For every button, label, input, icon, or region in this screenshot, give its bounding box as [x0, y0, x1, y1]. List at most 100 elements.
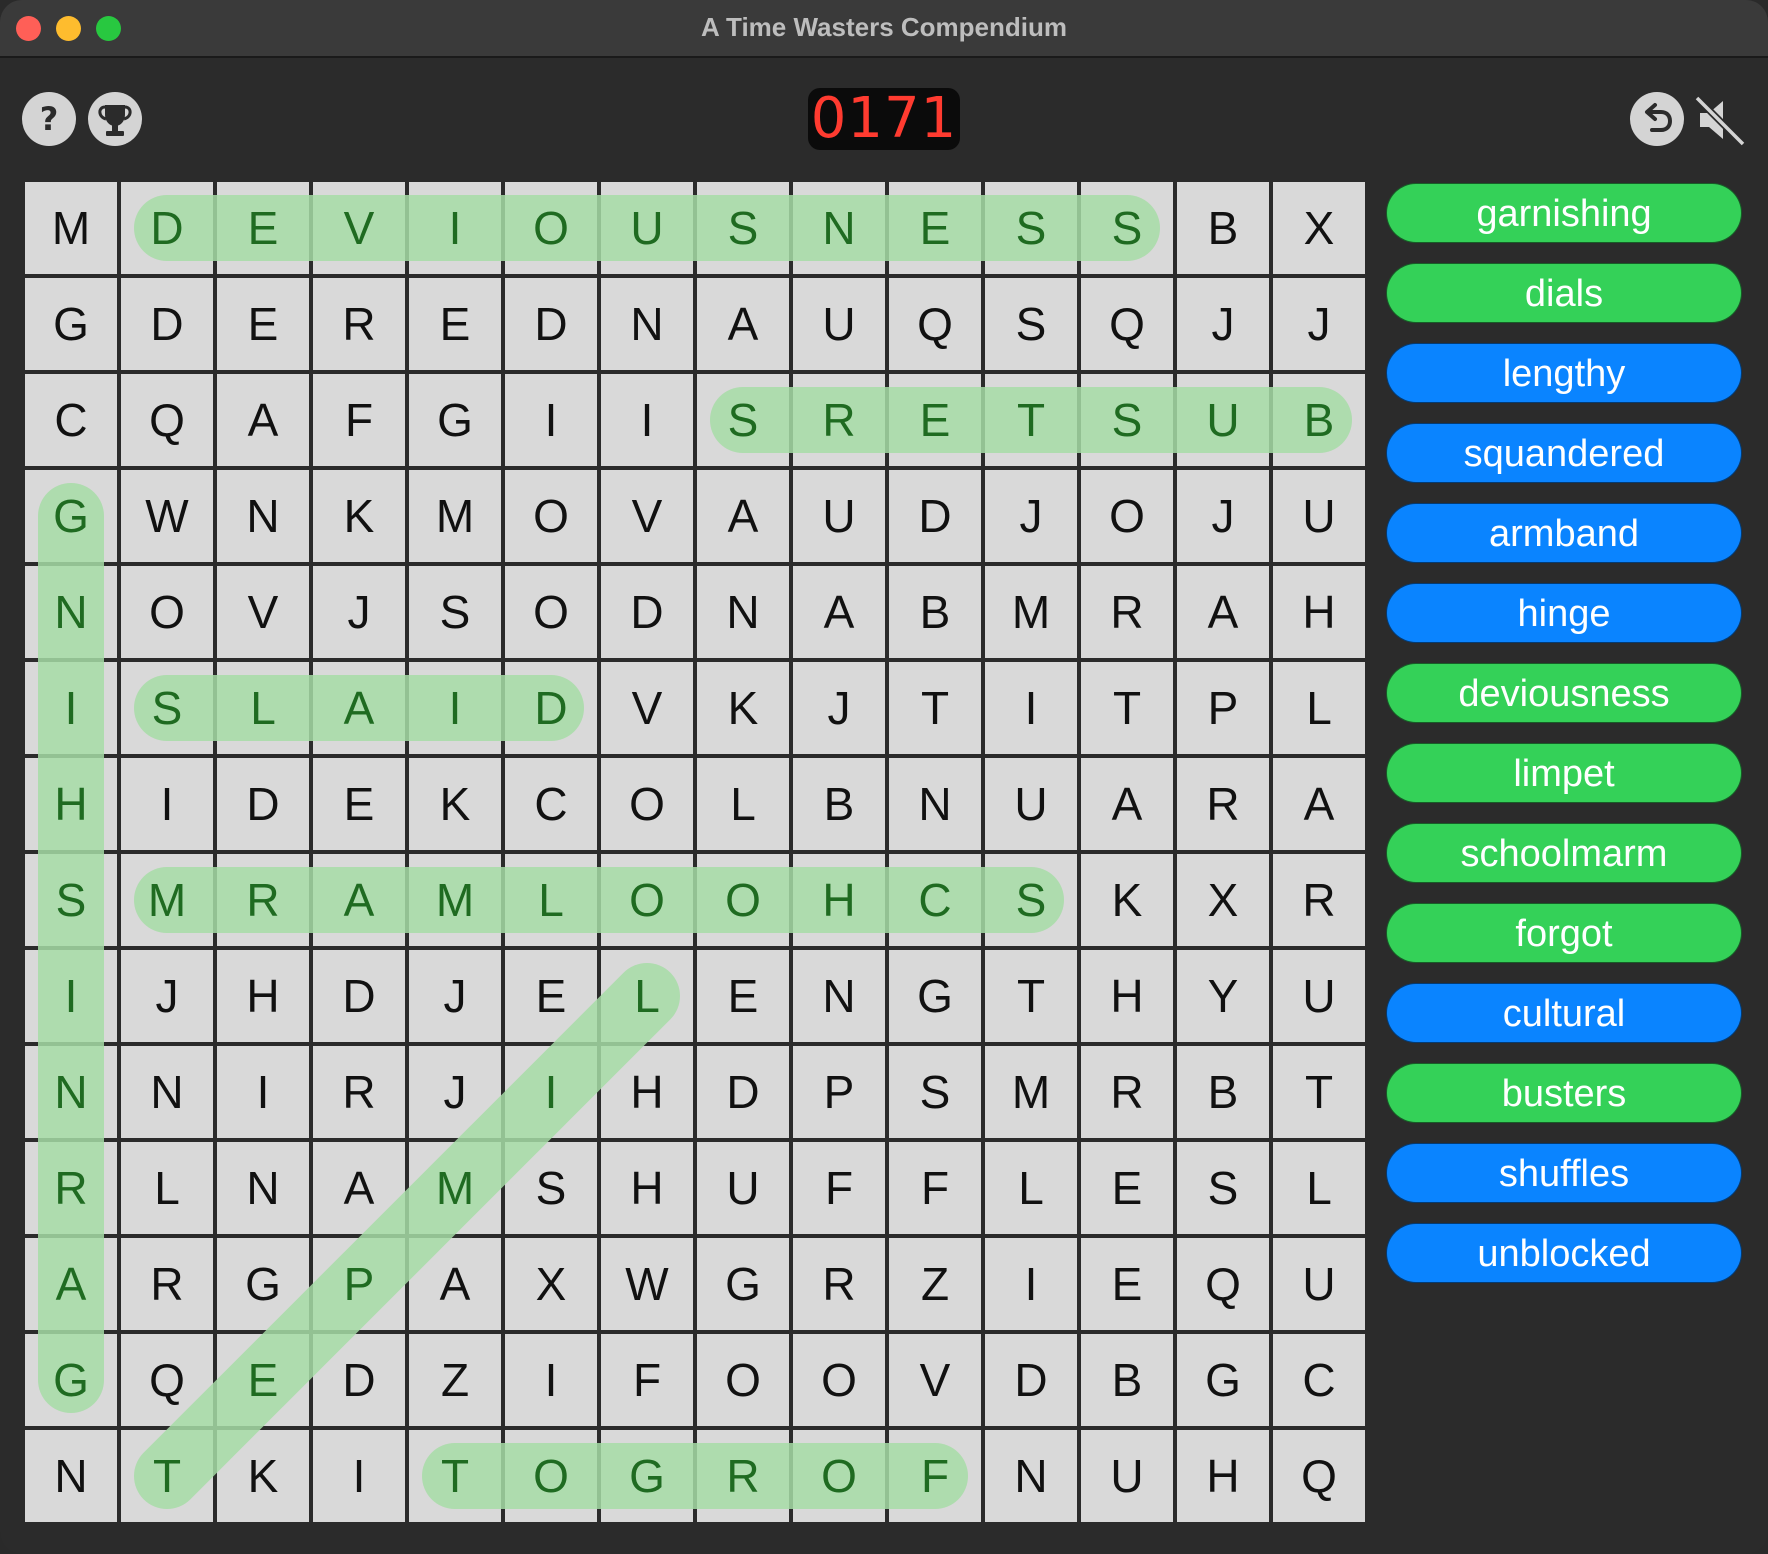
grid-cell[interactable] — [121, 182, 213, 274]
grid-cell[interactable] — [121, 278, 213, 370]
grid-cell[interactable] — [1177, 374, 1269, 466]
grid-cell[interactable] — [505, 1046, 597, 1138]
grid-cell[interactable] — [889, 1046, 981, 1138]
grid-cell[interactable] — [505, 470, 597, 562]
grid-cell[interactable] — [889, 1334, 981, 1426]
undo-button[interactable] — [1630, 92, 1684, 146]
grid-cell[interactable] — [409, 950, 501, 1042]
grid-cell[interactable] — [409, 566, 501, 658]
grid-cell[interactable] — [1177, 470, 1269, 562]
grid-cell[interactable] — [985, 1238, 1077, 1330]
grid-cell[interactable] — [601, 1142, 693, 1234]
grid-cell[interactable] — [409, 1046, 501, 1138]
grid-cell[interactable] — [697, 1430, 789, 1522]
grid-cell[interactable] — [1177, 1238, 1269, 1330]
grid-cell[interactable] — [697, 1142, 789, 1234]
grid-cell[interactable] — [505, 854, 597, 946]
grid-cell[interactable] — [793, 374, 885, 466]
grid-cell[interactable] — [1081, 758, 1173, 850]
grid-cell[interactable] — [697, 1046, 789, 1138]
grid-cell[interactable] — [889, 854, 981, 946]
grid-cell[interactable] — [793, 1046, 885, 1138]
grid-cell[interactable] — [889, 1142, 981, 1234]
grid-cell[interactable] — [217, 1238, 309, 1330]
grid-cell[interactable] — [601, 1238, 693, 1330]
grid-cell[interactable] — [1273, 854, 1365, 946]
grid-cell[interactable] — [985, 278, 1077, 370]
grid-cell[interactable] — [25, 278, 117, 370]
grid-cell[interactable] — [985, 374, 1077, 466]
grid-cell[interactable] — [985, 1430, 1077, 1522]
grid-cell[interactable] — [1177, 662, 1269, 754]
grid-cell[interactable] — [601, 854, 693, 946]
grid-cell[interactable] — [217, 278, 309, 370]
grid-cell[interactable] — [313, 662, 405, 754]
grid-cell[interactable] — [793, 854, 885, 946]
grid-cell[interactable] — [121, 854, 213, 946]
grid-cell[interactable] — [1081, 1430, 1173, 1522]
grid-cell[interactable] — [313, 470, 405, 562]
grid-cell[interactable] — [121, 662, 213, 754]
grid-cell[interactable] — [1081, 278, 1173, 370]
grid-cell[interactable] — [601, 374, 693, 466]
grid-cell[interactable] — [601, 470, 693, 562]
grid-cell[interactable] — [889, 758, 981, 850]
grid-cell[interactable] — [985, 470, 1077, 562]
grid-cell[interactable] — [217, 950, 309, 1042]
grid-cell[interactable] — [601, 1334, 693, 1426]
grid-cell[interactable] — [601, 950, 693, 1042]
grid-cell[interactable] — [601, 662, 693, 754]
grid-cell[interactable] — [121, 566, 213, 658]
grid-cell[interactable] — [1273, 758, 1365, 850]
grid-cell[interactable] — [313, 566, 405, 658]
grid-cell[interactable] — [1081, 470, 1173, 562]
grid-cell[interactable] — [985, 854, 1077, 946]
grid-cell[interactable] — [1081, 662, 1173, 754]
grid-cell[interactable] — [313, 278, 405, 370]
grid-cell[interactable] — [313, 950, 405, 1042]
grid-cell[interactable] — [889, 950, 981, 1042]
grid-cell[interactable] — [793, 1238, 885, 1330]
grid-cell[interactable] — [409, 758, 501, 850]
grid-cell[interactable] — [1081, 854, 1173, 946]
grid-cell[interactable] — [601, 566, 693, 658]
grid-cell[interactable] — [121, 1046, 213, 1138]
grid-cell[interactable] — [793, 1430, 885, 1522]
grid-cell[interactable] — [697, 854, 789, 946]
help-button[interactable]: ? — [22, 92, 76, 146]
grid-cell[interactable] — [1177, 758, 1269, 850]
grid-cell[interactable] — [793, 566, 885, 658]
grid-cell[interactable] — [505, 1430, 597, 1522]
grid-cell[interactable] — [25, 1334, 117, 1426]
mute-button[interactable] — [1692, 92, 1748, 148]
grid-cell[interactable] — [697, 470, 789, 562]
grid-cell[interactable] — [313, 1142, 405, 1234]
grid-cell[interactable] — [313, 1430, 405, 1522]
grid-cell[interactable] — [313, 758, 405, 850]
grid-cell[interactable] — [409, 182, 501, 274]
grid-cell[interactable] — [985, 182, 1077, 274]
grid-cell[interactable] — [25, 662, 117, 754]
grid-cell[interactable] — [793, 470, 885, 562]
grid-cell[interactable] — [793, 1142, 885, 1234]
grid-cell[interactable] — [25, 566, 117, 658]
grid-cell[interactable] — [25, 1430, 117, 1522]
grid-cell[interactable] — [985, 662, 1077, 754]
grid-cell[interactable] — [25, 758, 117, 850]
grid-cell[interactable] — [217, 662, 309, 754]
grid-cell[interactable] — [121, 470, 213, 562]
grid-cell[interactable] — [985, 1334, 1077, 1426]
grid-cell[interactable] — [313, 1046, 405, 1138]
grid-cell[interactable] — [697, 662, 789, 754]
grid-cell[interactable] — [409, 470, 501, 562]
grid-cell[interactable] — [313, 182, 405, 274]
grid-cell[interactable] — [697, 1238, 789, 1330]
grid-cell[interactable] — [121, 950, 213, 1042]
grid-cell[interactable] — [1081, 182, 1173, 274]
grid-cell[interactable] — [121, 1430, 213, 1522]
grid-cell[interactable] — [985, 1142, 1077, 1234]
grid-cell[interactable] — [25, 1046, 117, 1138]
grid-cell[interactable] — [1081, 1142, 1173, 1234]
grid-cell[interactable] — [1081, 566, 1173, 658]
grid-cell[interactable] — [1177, 566, 1269, 658]
